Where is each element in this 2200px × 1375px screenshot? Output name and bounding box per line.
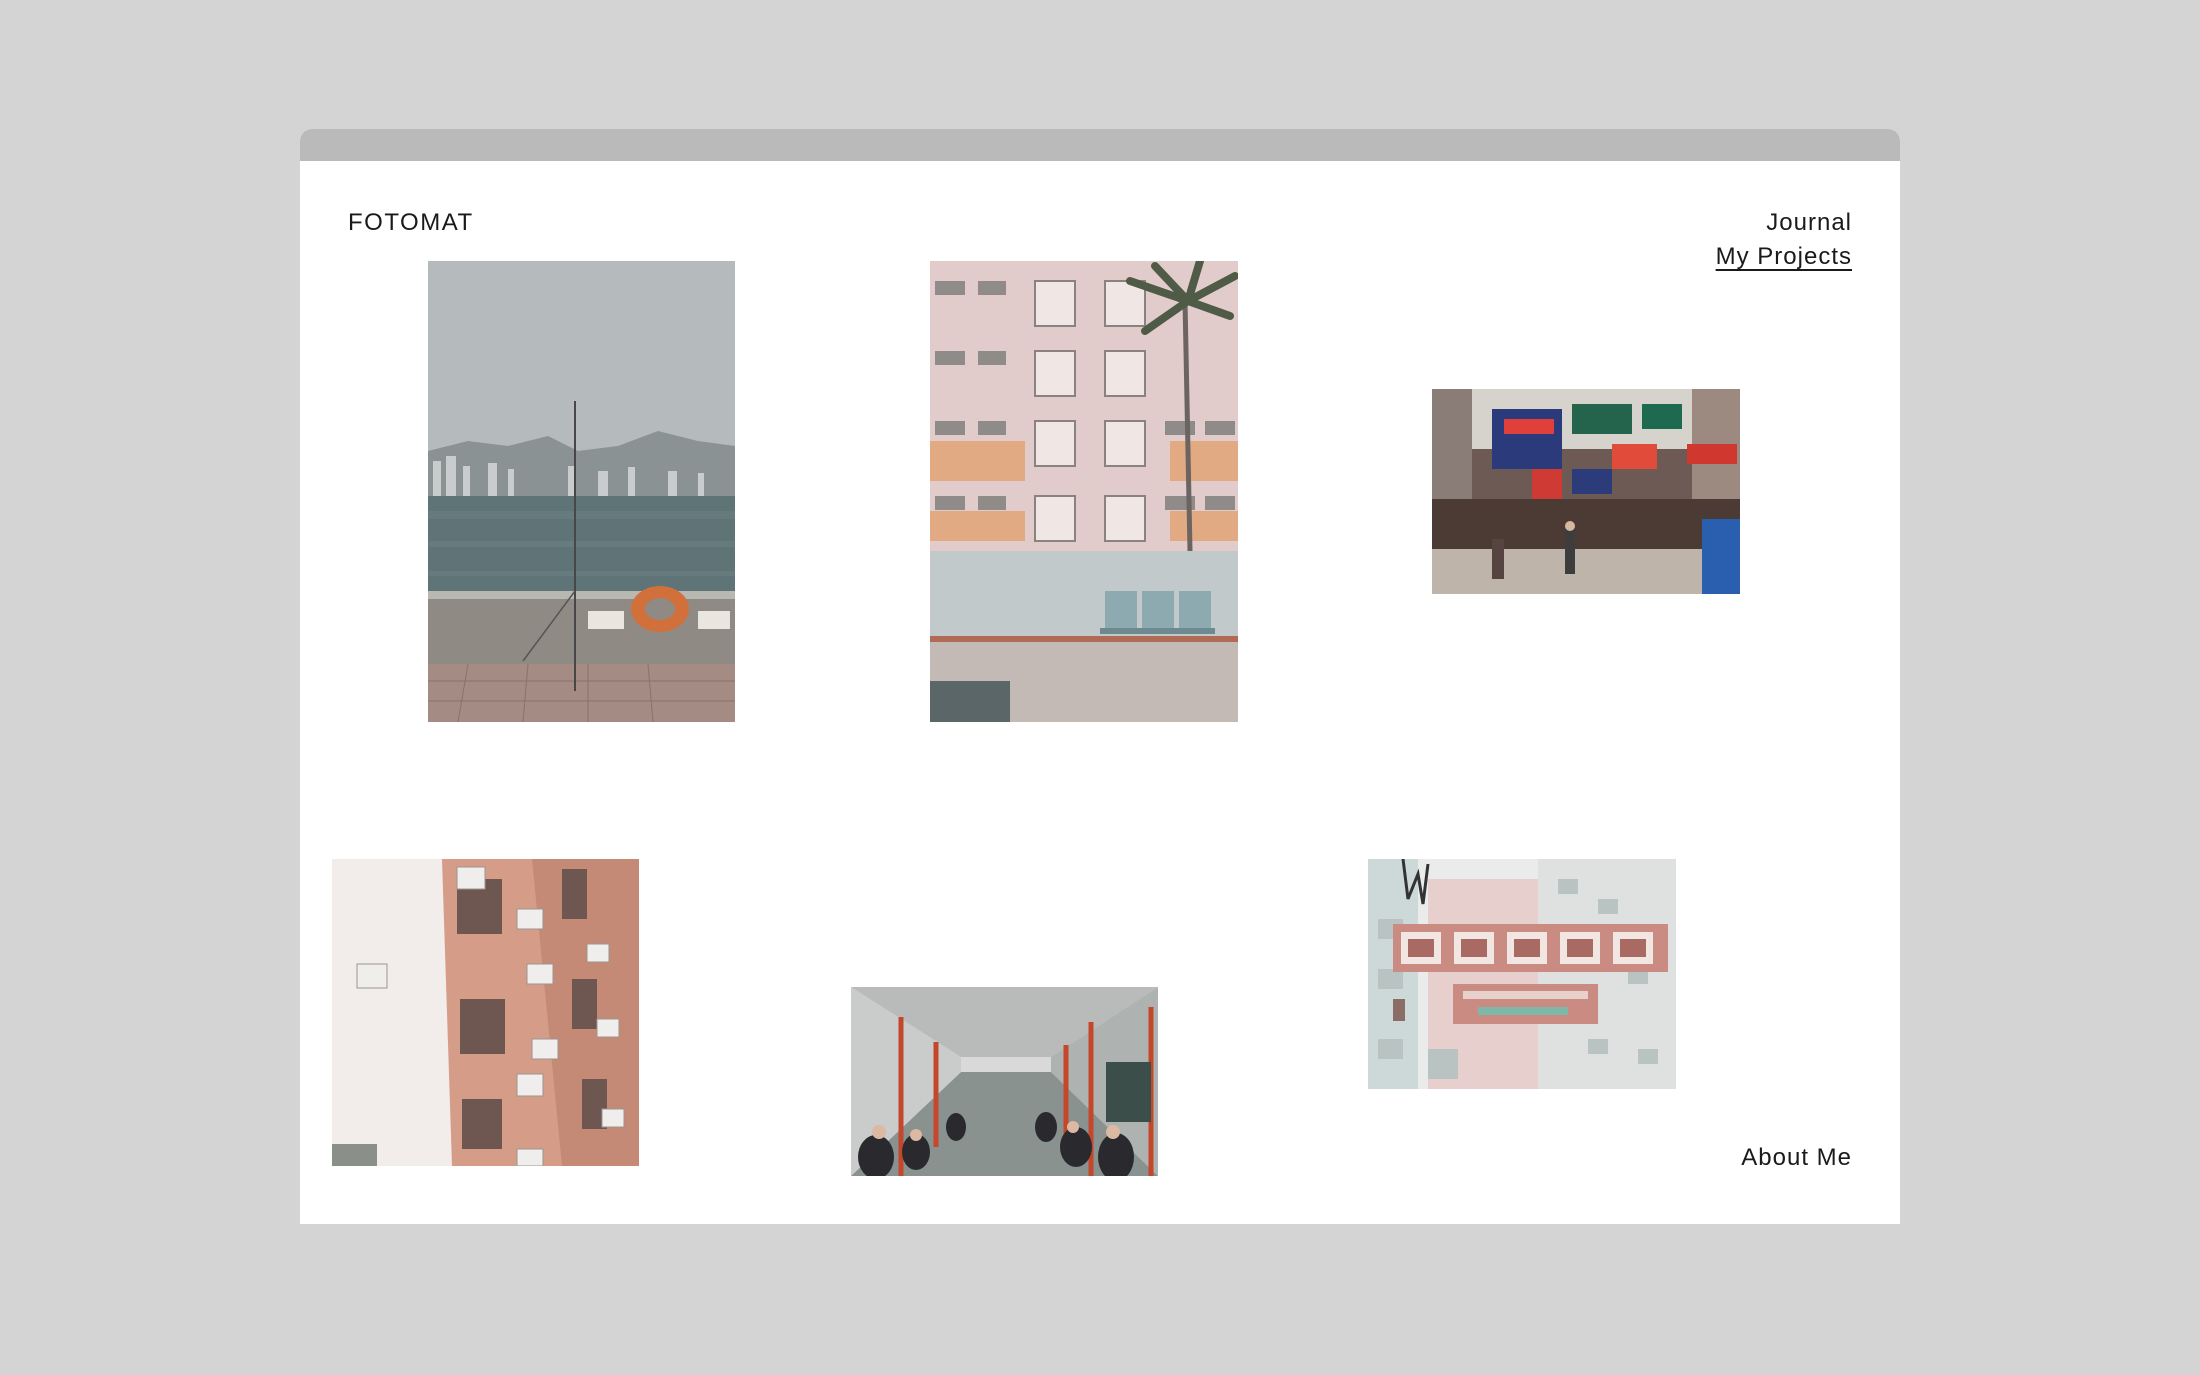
nav-about-link[interactable]: About Me xyxy=(1741,1144,1852,1172)
photo-train[interactable] xyxy=(851,987,1158,1176)
page-content: FOTOMAT Journal My Projects About Me xyxy=(300,161,1900,1224)
site-logo[interactable]: FOTOMAT xyxy=(348,209,474,237)
photo-apartment[interactable] xyxy=(930,261,1238,722)
photo-harbour[interactable] xyxy=(428,261,735,722)
photo-facade[interactable] xyxy=(332,859,639,1166)
nav-projects-link[interactable]: My Projects xyxy=(1716,243,1852,271)
window-titlebar xyxy=(300,129,1900,161)
browser-window: FOTOMAT Journal My Projects About Me xyxy=(300,129,1900,1224)
photo-street[interactable] xyxy=(1432,389,1740,594)
nav-journal-link[interactable]: Journal xyxy=(1766,209,1852,237)
photo-signs[interactable] xyxy=(1368,859,1676,1089)
